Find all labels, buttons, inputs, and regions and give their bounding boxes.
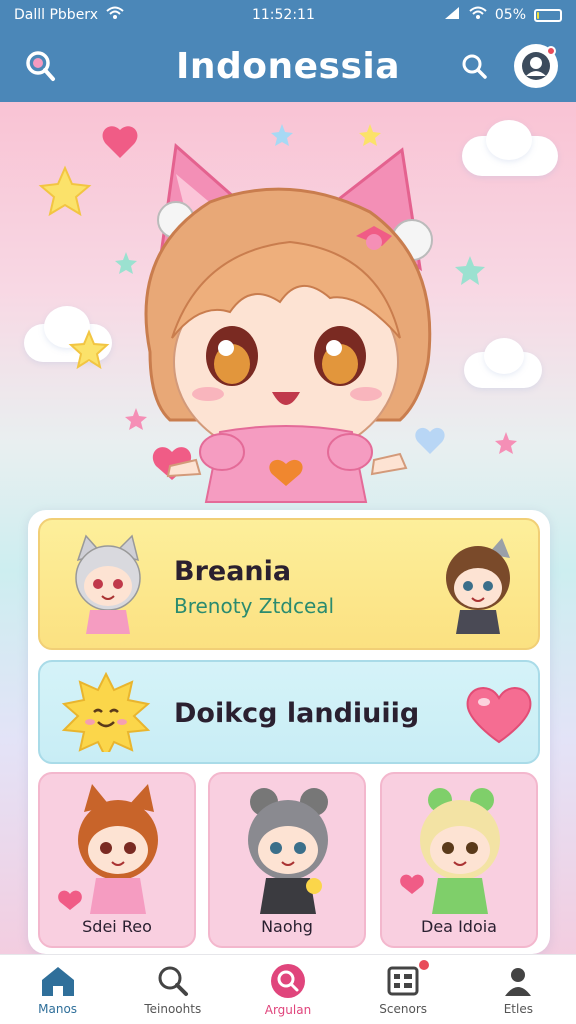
fox-girl-avatar — [58, 784, 158, 914]
banner-subtitle: Brenoty Ztdceal — [174, 594, 335, 618]
notification-dot — [419, 959, 430, 970]
nav-label: Manos — [38, 1001, 78, 1016]
character-tile[interactable]: Naohg — [208, 772, 366, 948]
search-icon[interactable] — [454, 46, 494, 86]
featured-banner[interactable]: Breania Brenoty Ztdceal — [38, 518, 540, 650]
nav-item-explore[interactable]: Argulan — [240, 963, 336, 1017]
character-tile[interactable]: Dea Idoia — [380, 772, 538, 948]
status-time: 11:52:11 — [251, 7, 315, 23]
banner-title: Breania — [174, 556, 292, 587]
tile-label: Sdei Reo — [82, 917, 152, 936]
nav-item-scenes[interactable]: Scenors — [355, 959, 451, 1016]
bottom-nav: Manos Teinoohts Argulan Scenors Etles — [0, 954, 576, 1024]
search-icon — [158, 966, 188, 996]
battery-percent: 05% — [494, 7, 526, 23]
grid-icon — [387, 966, 419, 995]
carrier-label: Dalll Pbberx — [14, 7, 98, 23]
page-title: Indonessia — [175, 45, 401, 87]
signal-icon — [443, 6, 461, 24]
chibi-character — [38, 124, 517, 503]
battery-fill — [537, 11, 539, 19]
nav-label: Teinoohts — [144, 1001, 202, 1016]
brown-hair-avatar — [446, 538, 510, 634]
tile-label: Dea Idoia — [421, 917, 497, 936]
person-icon — [505, 967, 532, 996]
nav-label: Argulan — [264, 1002, 312, 1017]
nav-label: Etles — [503, 1001, 533, 1016]
nav-label: Scenors — [379, 1001, 428, 1016]
status-bar: Dalll Pbberx 11:52:11 05% — [0, 0, 576, 30]
gray-cat-girl-avatar — [75, 534, 141, 634]
search-glass-icon[interactable] — [20, 46, 60, 86]
heart-icon — [466, 687, 532, 744]
character-tile[interactable]: Sdei Reo — [38, 772, 196, 948]
battery-icon — [534, 8, 562, 22]
daily-banner[interactable]: Doikcg landiuiig — [38, 660, 540, 764]
wifi-icon — [106, 6, 124, 24]
tile-label: Naohg — [261, 917, 313, 936]
mouse-girl-avatar — [248, 788, 328, 914]
sun-icon — [61, 672, 151, 752]
nav-item-home[interactable]: Manos — [10, 964, 106, 1016]
nav-item-profile[interactable]: Etles — [470, 964, 566, 1016]
frog-girl-avatar — [400, 788, 500, 914]
nav-item-search[interactable]: Teinoohts — [125, 964, 221, 1016]
notification-dot — [546, 46, 556, 56]
wifi-icon — [469, 6, 487, 24]
profile-icon[interactable] — [514, 44, 558, 88]
app-header: Indonessia — [0, 30, 576, 102]
home-icon — [41, 966, 74, 996]
search-circle-icon — [270, 963, 305, 998]
banner-title: Doikcg landiuiig — [174, 698, 420, 729]
